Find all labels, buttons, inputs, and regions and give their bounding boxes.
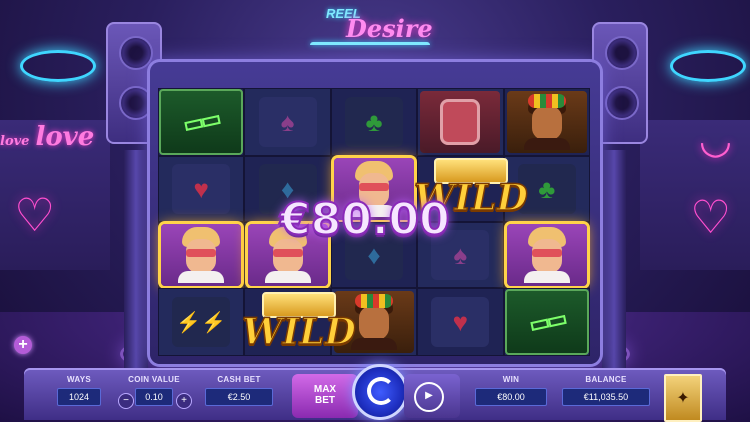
cash-bet-value: €2.50 [205,388,273,406]
pillar-left [124,150,148,370]
cash-bet-panel: CASH BET €2.50 [202,372,276,416]
win-label: WIN [502,375,520,384]
balance-panel: BALANCE €11,035.50 [558,372,654,416]
coin-value-label: COIN VALUE [128,375,180,384]
win-panel: WIN €80.00 [472,372,550,416]
club-symbol-icon: ♣ [344,97,403,147]
reel-cell: ▭▭ [158,88,245,156]
game-logo: REEL Desire [280,4,460,46]
coin-increase-button[interactable]: + [176,393,192,409]
reel-cell: ♥ [158,156,245,222]
neon-love-small: love [0,134,30,149]
neon-heart-arrow-icon: ♡ [14,189,56,241]
reel-cell: ⚡⚡ [158,288,245,356]
watch-symbol-icon [420,91,501,153]
play-icon: ▶ [425,390,433,401]
reel-cell [158,222,245,288]
wild-symbol: WILD [241,292,357,353]
game-provider-logo-icon[interactable]: ✦ [664,374,702,422]
spin-arrow-icon [367,377,395,405]
balance-value: €11,035.50 [562,388,650,406]
menu-plus-button[interactable]: + [14,336,32,354]
neon-lips-icon: ◡ [698,120,732,162]
win-amount-display: €80.00 [279,193,451,246]
spade-symbol-icon: ♠ [258,97,317,147]
pillar-right [602,150,626,370]
neon-love-big: love [35,122,95,152]
neon-heart-right-icon: ♡ [690,191,732,243]
man-symbol-winning-icon [506,224,587,286]
reel-cell: ▭▭ [503,288,590,356]
max-bet-line1: MAX [313,384,337,395]
coin-value-display: 0.10 [135,388,173,406]
max-bet-button[interactable]: MAX BET [292,374,358,418]
reel-cell [417,88,504,156]
earrings-symbol-icon: ⚡⚡ [172,297,231,347]
speaker-right-icon [592,22,648,144]
heart-symbol-icon: ♥ [172,164,231,214]
reel-cell: ♣ [330,88,418,156]
neon-love-sign: love love [0,122,94,152]
man-symbol-winning-icon [161,224,242,286]
reel-cell: ♥ [417,288,504,356]
wild-label: WILD [241,311,356,353]
ways-label: WAYS [66,375,92,384]
ways-panel: WAYS 1024 [48,372,110,416]
autoplay-button[interactable]: ▶ [414,382,444,412]
reel-cell: ♠ [244,88,331,156]
reel-cell [503,88,590,156]
heart-symbol-icon: ♥ [431,297,490,347]
coin-decrease-button[interactable]: − [118,393,134,409]
glasses-symbol-icon: ▭▭ [504,289,589,355]
glasses-symbol-icon: ▭▭ [159,89,244,155]
logo-desire-text: Desire [346,14,433,43]
balance-label: BALANCE [585,375,627,384]
win-value: €80.00 [475,388,547,406]
woman-symbol-icon [506,91,587,153]
ceiling-lamp-right [670,50,746,82]
ways-value: 1024 [57,388,101,406]
cash-bet-label: CASH BET [217,375,261,384]
max-bet-line2: BET [315,395,335,406]
reel-cell [503,222,590,288]
ceiling-lamp-left [20,50,96,82]
spin-button[interactable] [352,364,408,420]
